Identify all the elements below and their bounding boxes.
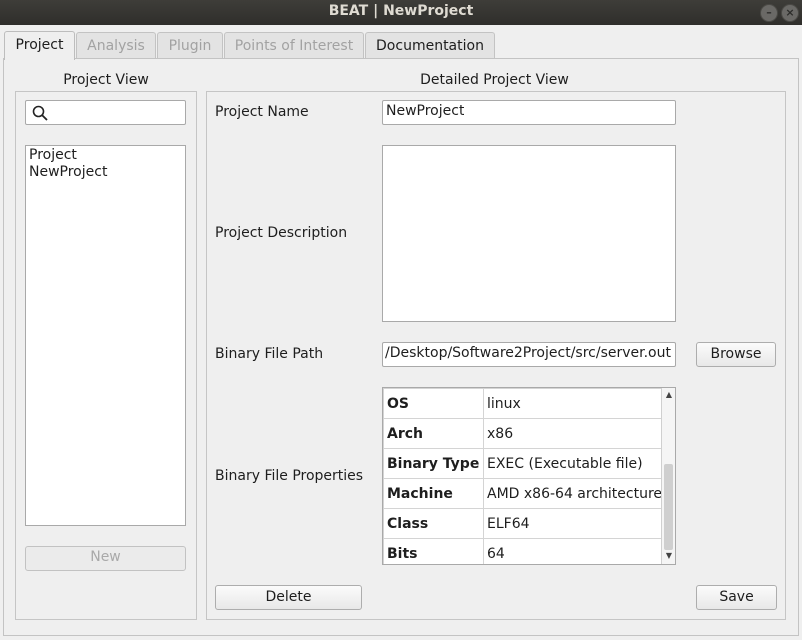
scroll-down-icon[interactable]: ▼ xyxy=(662,550,675,562)
scroll-up-icon[interactable]: ▲ xyxy=(662,389,675,401)
binary-file-properties-label: Binary File Properties xyxy=(215,468,364,484)
property-key: Bits xyxy=(383,538,484,564)
tab-analysis[interactable]: Analysis xyxy=(76,32,156,59)
project-description-field[interactable] xyxy=(382,145,676,322)
table-row[interactable]: Binary Type EXEC (Executable file) xyxy=(383,448,667,479)
tree-item-newproject[interactable]: NewProject xyxy=(29,164,107,181)
table-row[interactable]: Machine AMD x86-64 architecture xyxy=(383,478,667,509)
table-row[interactable]: Arch x86 xyxy=(383,418,667,449)
delete-button[interactable]: Delete xyxy=(215,585,362,610)
save-button[interactable]: Save xyxy=(696,585,777,610)
tab-points-of-interest[interactable]: Points of Interest xyxy=(224,32,364,59)
project-name-value: NewProject xyxy=(386,103,465,119)
table-row[interactable]: Class ELF64 xyxy=(383,508,667,539)
properties-scrollbar[interactable]: ▲ ▼ xyxy=(661,388,675,564)
new-project-button[interactable]: New xyxy=(25,546,186,571)
minimize-icon[interactable]: – xyxy=(760,4,778,22)
window-title: BEAT | NewProject xyxy=(328,3,474,19)
binary-file-path-label: Binary File Path xyxy=(215,346,324,362)
tree-item-project[interactable]: Project xyxy=(29,147,77,164)
binary-file-path-field[interactable]: /Desktop/Software2Project/src/server.out xyxy=(382,342,676,367)
scrollbar-thumb[interactable] xyxy=(664,464,673,550)
property-value: ELF64 xyxy=(482,508,667,539)
browse-button[interactable]: Browse xyxy=(696,342,776,367)
project-name-label: Project Name xyxy=(215,104,309,120)
project-tree[interactable]: Project NewProject xyxy=(25,145,186,526)
table-row[interactable]: OS linux xyxy=(383,388,667,419)
property-value: AMD x86-64 architecture xyxy=(482,478,667,509)
property-value: 64 xyxy=(482,538,667,564)
property-value: EXEC (Executable file) xyxy=(482,448,667,479)
project-description-label: Project Description xyxy=(215,225,348,241)
detail-view-heading: Detailed Project View xyxy=(420,72,569,88)
property-key: Class xyxy=(383,508,484,539)
close-icon[interactable]: × xyxy=(781,4,799,22)
project-view-heading: Project View xyxy=(63,72,149,88)
window-titlebar: BEAT | NewProject – × xyxy=(0,0,802,25)
property-value: x86 xyxy=(482,418,667,449)
properties-grid: OS linux Arch x86 Binary Type EXEC (Exec… xyxy=(383,388,667,564)
binary-file-path-value: /Desktop/Software2Project/src/server.out xyxy=(385,345,671,361)
tab-project[interactable]: Project xyxy=(4,31,75,60)
property-key: Arch xyxy=(383,418,484,449)
tab-documentation[interactable]: Documentation xyxy=(365,32,495,59)
property-key: Machine xyxy=(383,478,484,509)
project-name-field[interactable]: NewProject xyxy=(382,100,676,125)
tab-plugin[interactable]: Plugin xyxy=(157,32,223,59)
search-icon xyxy=(32,105,48,121)
property-value: linux xyxy=(482,388,667,419)
project-search-input[interactable] xyxy=(25,100,186,125)
binary-properties-table[interactable]: OS linux Arch x86 Binary Type EXEC (Exec… xyxy=(382,387,676,565)
table-row[interactable]: Bits 64 xyxy=(383,538,667,564)
property-key: Binary Type xyxy=(383,448,484,479)
property-key: OS xyxy=(383,388,484,419)
